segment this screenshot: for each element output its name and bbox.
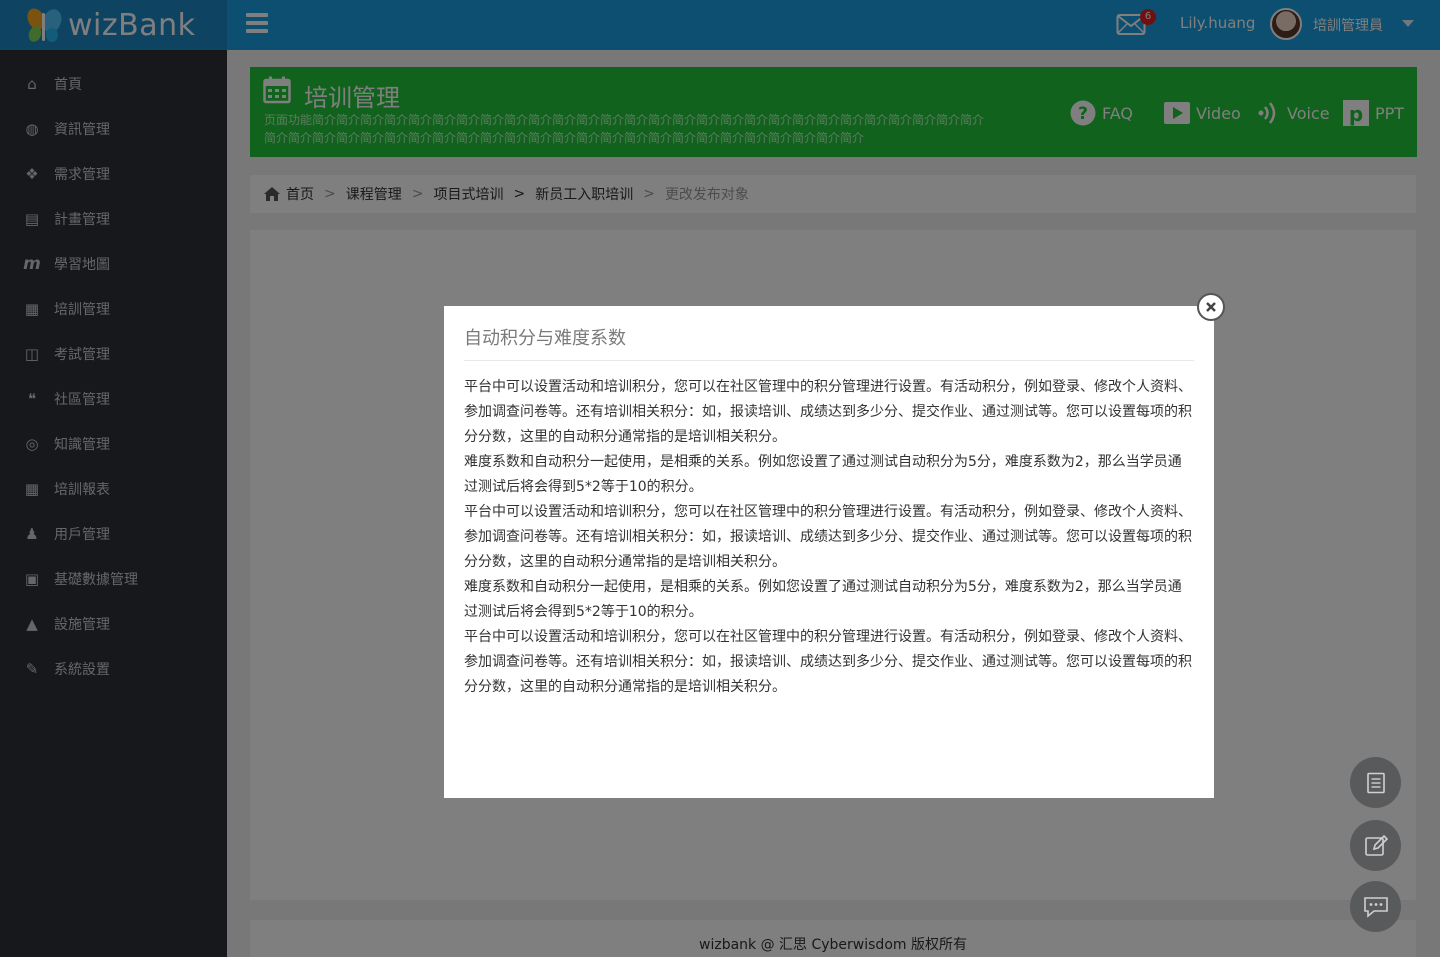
modal-body: 平台中可以设置活动和培训积分，您可以在社区管理中的积分管理进行设置。有活动积分，… — [464, 375, 1194, 700]
chat-button[interactable] — [1350, 881, 1401, 932]
document-icon — [1365, 772, 1387, 794]
chat-bubble-icon — [1362, 895, 1390, 919]
modal-title: 自动积分与难度系数 — [464, 328, 626, 349]
modal-paragraph: 平台中可以设置活动和培训积分，您可以在社区管理中的积分管理进行设置。有活动积分，… — [464, 504, 1192, 570]
modal-paragraph: 平台中可以设置活动和培训积分，您可以在社区管理中的积分管理进行设置。有活动积分，… — [464, 379, 1192, 445]
info-modal: 自动积分与难度系数 平台中可以设置活动和培训积分，您可以在社区管理中的积分管理进… — [444, 306, 1214, 798]
edit-icon — [1364, 834, 1388, 858]
modal-paragraph: 平台中可以设置活动和培训积分，您可以在社区管理中的积分管理进行设置。有活动积分，… — [464, 629, 1192, 695]
modal-paragraph: 难度系数和自动积分一起使用，是相乘的关系。例如您设置了通过测试自动积分为5分，难… — [464, 454, 1182, 495]
edit-button[interactable] — [1350, 820, 1401, 871]
modal-paragraph: 难度系数和自动积分一起使用，是相乘的关系。例如您设置了通过测试自动积分为5分，难… — [464, 579, 1182, 620]
notes-button[interactable] — [1350, 757, 1401, 808]
close-icon[interactable] — [1197, 293, 1225, 321]
modal-divider — [464, 360, 1194, 361]
